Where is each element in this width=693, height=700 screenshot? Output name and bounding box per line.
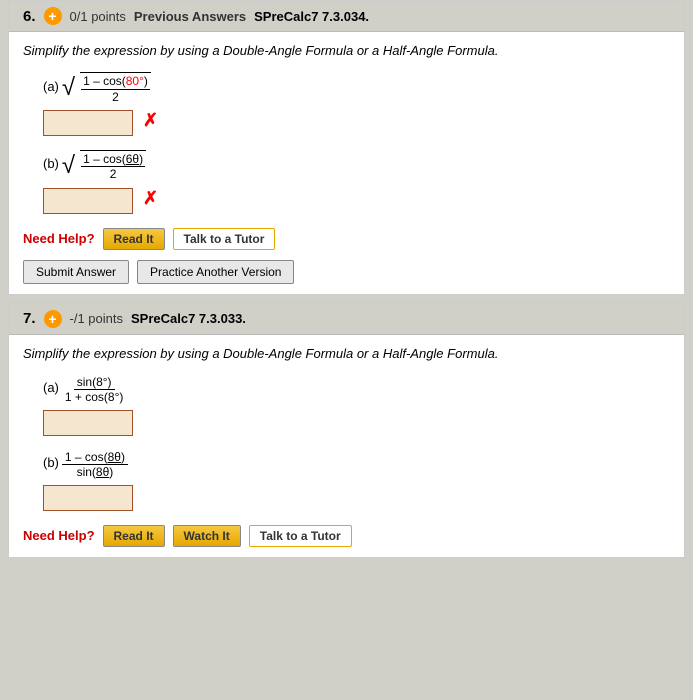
fraction-a: 1 – cos(80°) 2 — [80, 72, 151, 104]
q7-fraction-a-num: sin(8°) — [74, 375, 115, 390]
fraction-b-num: 1 – cos(6θ) — [81, 152, 145, 167]
question-6-points: 0/1 points — [70, 9, 126, 24]
fraction-b: 1 – cos(6θ) 2 — [80, 150, 146, 182]
question-7-number: 7. — [23, 310, 36, 327]
question-7-part-a: (a) sin(8°) 1 + cos(8°) — [43, 375, 670, 436]
sqrt-symbol-a: √ — [62, 76, 75, 100]
talk-tutor-button-7[interactable]: Talk to a Tutor — [249, 525, 352, 547]
prev-answers-label: Previous Answers — [134, 9, 246, 24]
talk-tutor-button-6[interactable]: Talk to a Tutor — [173, 228, 276, 250]
points-plus-icon: + — [44, 7, 62, 25]
page-wrapper: 6. + 0/1 points Previous Answers SPreCal… — [0, 0, 693, 558]
question-6-header: 6. + 0/1 points Previous Answers SPreCal… — [9, 1, 684, 32]
part-b-error-mark: ✗ — [143, 188, 158, 209]
fraction-b-inline: 1 – cos(6θ) 2 — [81, 152, 145, 182]
part-7b-answer-row — [43, 481, 670, 511]
practice-version-button-6[interactable]: Practice Another Version — [137, 260, 294, 284]
question-7-problem-id: SPreCalc7 7.3.033. — [131, 311, 246, 326]
question-6-problem-id: SPreCalc7 7.3.034. — [254, 9, 369, 24]
fraction-a-num: 1 – cos(80°) — [81, 74, 150, 89]
part-7a-expression: (a) sin(8°) 1 + cos(8°) — [43, 375, 670, 404]
part-7b-input[interactable] — [43, 485, 133, 511]
part-a-input[interactable] — [43, 110, 133, 136]
q7-fraction-b-num: 1 – cos(8θ) — [62, 450, 128, 465]
part-7b-label: (b) — [43, 455, 59, 470]
q7-fraction-a: sin(8°) 1 + cos(8°) — [62, 375, 127, 404]
part-a-error-mark: ✗ — [143, 110, 158, 131]
question-7-header: 7. + -/1 points SPreCalc7 7.3.033. — [9, 304, 684, 335]
part-7b-expression: (b) 1 – cos(8θ) sin(8θ) — [43, 450, 670, 479]
part-a-label: (a) — [43, 79, 59, 94]
part-b-label: (b) — [43, 156, 59, 171]
sqrt-symbol-b: √ — [62, 154, 75, 178]
need-help-label-6: Need Help? — [23, 231, 95, 246]
submit-answer-button-6[interactable]: Submit Answer — [23, 260, 129, 284]
q7-fraction-b-den: sin(8θ) — [74, 465, 117, 479]
read-it-button-6[interactable]: Read It — [103, 228, 165, 250]
question-7-instruction: Simplify the expression by using a Doubl… — [23, 345, 670, 363]
question-7-points: -/1 points — [70, 311, 123, 326]
question-6-actions: Submit Answer Practice Another Version — [23, 260, 670, 284]
watch-it-button-7[interactable]: Watch It — [173, 525, 241, 547]
q7-fraction-b: 1 – cos(8θ) sin(8θ) — [62, 450, 128, 479]
q7-fraction-a-den: 1 + cos(8°) — [62, 390, 127, 404]
part-a-answer-row: ✗ — [43, 106, 670, 136]
fraction-b-den: 2 — [108, 167, 119, 181]
part-7a-input[interactable] — [43, 410, 133, 436]
read-it-button-7[interactable]: Read It — [103, 525, 165, 547]
question-6-need-help: Need Help? Read It Talk to a Tutor — [23, 228, 670, 250]
fraction-a-inline: 1 – cos(80°) 2 — [81, 74, 150, 104]
fraction-a-den: 2 — [110, 90, 121, 104]
question-6-part-a: (a) √ 1 – cos(80°) 2 ✗ — [43, 72, 670, 136]
question-6-number: 6. — [23, 8, 36, 25]
question-7-block: 7. + -/1 points SPreCalc7 7.3.033. Simpl… — [8, 303, 685, 558]
need-help-label-7: Need Help? — [23, 528, 95, 543]
points-plus-icon-7: + — [44, 310, 62, 328]
part-7a-label: (a) — [43, 380, 59, 395]
question-6-instruction: Simplify the expression by using a Doubl… — [23, 42, 670, 60]
question-6-block: 6. + 0/1 points Previous Answers SPreCal… — [8, 0, 685, 295]
question-7-part-b: (b) 1 – cos(8θ) sin(8θ) — [43, 450, 670, 511]
question-7-need-help: Need Help? Read It Watch It Talk to a Tu… — [23, 525, 670, 547]
question-6-part-b: (b) √ 1 – cos(6θ) 2 ✗ — [43, 150, 670, 214]
part-b-answer-row: ✗ — [43, 184, 670, 214]
part-a-expression: (a) √ 1 – cos(80°) 2 — [43, 72, 670, 104]
part-b-expression: (b) √ 1 – cos(6θ) 2 — [43, 150, 670, 182]
part-7a-answer-row — [43, 406, 670, 436]
part-b-input[interactable] — [43, 188, 133, 214]
